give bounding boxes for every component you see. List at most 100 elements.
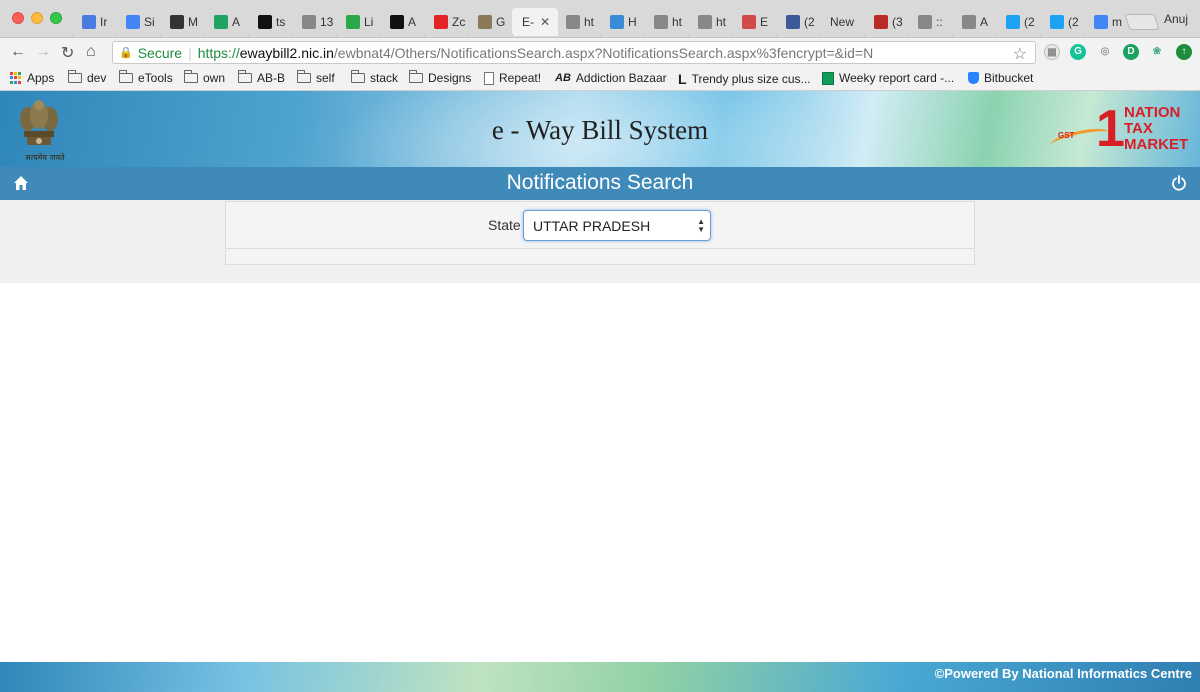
bookmark-label: self — [316, 71, 335, 85]
browser-tab[interactable]: ht — [688, 8, 732, 36]
folder-icon — [409, 70, 423, 83]
bookmark-item[interactable]: dev — [68, 70, 106, 85]
browser-tab[interactable]: H — [600, 8, 644, 36]
browser-tab[interactable]: :: — [908, 8, 952, 36]
browser-tab[interactable]: E — [732, 8, 776, 36]
browser-tab[interactable]: Si — [116, 8, 160, 36]
bookmark-item[interactable]: self — [297, 70, 335, 85]
bookmark-item[interactable]: L Trendy plus size cus... — [678, 71, 811, 87]
browser-tab[interactable]: Li — [336, 8, 380, 36]
browser-tab[interactable]: (2 — [1040, 8, 1084, 36]
bookmark-star-icon[interactable]: ☆ — [1013, 44, 1027, 64]
bookmark-item[interactable]: Bitbucket — [968, 71, 1033, 85]
divider: | — [188, 44, 192, 61]
browser-tab[interactable]: New — [820, 8, 864, 36]
bookmark-label: Bitbucket — [984, 71, 1034, 85]
page-icon — [484, 71, 494, 85]
globe-icon — [610, 15, 624, 29]
browser-tab[interactable]: M — [160, 8, 204, 36]
search-panel-body: State UTTAR PRADESH ▲ ▼ — [226, 202, 974, 249]
browser-tab[interactable]: ts — [248, 8, 292, 36]
bookmark-item[interactable]: stack — [351, 70, 398, 85]
tab-title: ht — [716, 15, 727, 29]
tab-title: E- — [522, 15, 534, 29]
tab-title: A — [408, 15, 417, 29]
tab-title: :: — [936, 15, 943, 29]
cast-icon[interactable]: ◎ — [1097, 44, 1113, 60]
site-title: e - Way Bill System — [491, 115, 709, 145]
folder-icon — [351, 70, 365, 83]
site-header: सत्यमेव जयते e - Way Bill System GST 1 N… — [0, 91, 1200, 167]
browser-tab[interactable]: m — [1084, 8, 1128, 36]
browser-tab[interactable]: (2 — [776, 8, 820, 36]
browser-tab[interactable]: A — [952, 8, 996, 36]
bookmark-item[interactable]: AB Addiction Bazaar — [555, 71, 667, 85]
upload-arrow-icon[interactable]: ↑ — [1176, 44, 1192, 60]
folder-icon — [238, 70, 252, 83]
forward-arrow-icon[interactable]: → — [35, 43, 51, 61]
gst-line-1: NATION — [1124, 104, 1181, 121]
tab-title: m — [1112, 15, 1122, 29]
url-scheme: https:// — [197, 44, 240, 61]
extension-cluster-icon[interactable]: ❀ — [1149, 44, 1165, 60]
tab-title: Si — [144, 15, 155, 29]
state-label: State — [488, 217, 521, 233]
new-tab-button[interactable] — [1124, 14, 1160, 30]
profile-name[interactable]: Anuj — [1164, 12, 1188, 26]
tab-title: H — [628, 15, 637, 29]
browser-tab[interactable]: A — [204, 8, 248, 36]
inbox-icon — [82, 15, 96, 29]
tab-title: Li — [364, 15, 374, 29]
google-icon — [1094, 15, 1108, 29]
browser-tab[interactable]: 13 — [292, 8, 336, 36]
browser-tab[interactable]: Ir — [72, 8, 116, 36]
close-tab-icon[interactable]: ✕ — [540, 15, 550, 29]
twitter-icon — [1050, 15, 1064, 29]
browser-toolbar: ← → ↻ ⌂ 🔒 Secure | https://ewaybill2.nic… — [0, 38, 1200, 67]
addiction-bazaar-icon: AB — [555, 72, 571, 84]
tab-title: G — [496, 15, 506, 29]
bookmark-item[interactable]: Designs — [409, 70, 471, 85]
extension-grid-icon[interactable]: ▦ — [1044, 44, 1060, 60]
emblem-icon — [478, 15, 492, 29]
browser-tab[interactable]: E- ✕ — [512, 8, 558, 36]
power-icon[interactable] — [1171, 175, 1187, 191]
bookmark-item[interactable]: eTools — [119, 70, 173, 85]
tab-title: (3 — [892, 15, 903, 29]
bookmark-item[interactable]: Weeky report card -... — [822, 71, 954, 85]
browser-tab[interactable]: A — [380, 8, 424, 36]
browser-tab[interactable]: (3 — [864, 8, 908, 36]
lock-icon: 🔒 — [119, 47, 133, 59]
browser-tab[interactable]: (2 — [996, 8, 1040, 36]
bookmark-item[interactable]: Apps — [10, 71, 54, 85]
state-select[interactable]: UTTAR PRADESH ▲ ▼ — [523, 210, 711, 241]
facebook-icon — [786, 15, 800, 29]
page-icon — [302, 15, 316, 29]
footer-credit: ©Powered By National Informatics Centre — [934, 666, 1192, 681]
reload-icon[interactable]: ↻ — [61, 43, 74, 63]
page-icon — [962, 15, 976, 29]
home-icon[interactable]: ⌂ — [86, 43, 96, 61]
minimize-window-button[interactable] — [31, 12, 43, 24]
apps-icon — [10, 72, 22, 84]
browser-tab[interactable]: G — [468, 8, 512, 36]
maximize-window-button[interactable] — [50, 12, 62, 24]
clock-icon — [170, 15, 184, 29]
extension-d-icon[interactable]: D — [1123, 44, 1139, 60]
grammarly-icon[interactable]: G — [1070, 44, 1086, 60]
bookmark-item[interactable]: AB-B — [238, 70, 285, 85]
page-icon — [654, 15, 668, 29]
tab-title: New — [830, 15, 855, 29]
addiction-bazaar-icon — [390, 15, 404, 29]
bookmark-item[interactable]: own — [184, 70, 225, 85]
close-window-button[interactable] — [12, 12, 24, 24]
browser-tab[interactable]: ht — [556, 8, 600, 36]
browser-tab[interactable]: ht — [644, 8, 688, 36]
select-arrows-icon: ▲ ▼ — [697, 217, 705, 234]
addiction-bazaar-icon — [258, 15, 272, 29]
browser-tab[interactable]: Zc — [424, 8, 468, 36]
address-bar[interactable]: 🔒 Secure | https://ewaybill2.nic.in/ewbn… — [112, 41, 1036, 64]
dots-icon — [742, 15, 756, 29]
bookmark-item[interactable]: Repeat! — [484, 71, 541, 85]
back-arrow-icon[interactable]: ← — [10, 43, 26, 61]
